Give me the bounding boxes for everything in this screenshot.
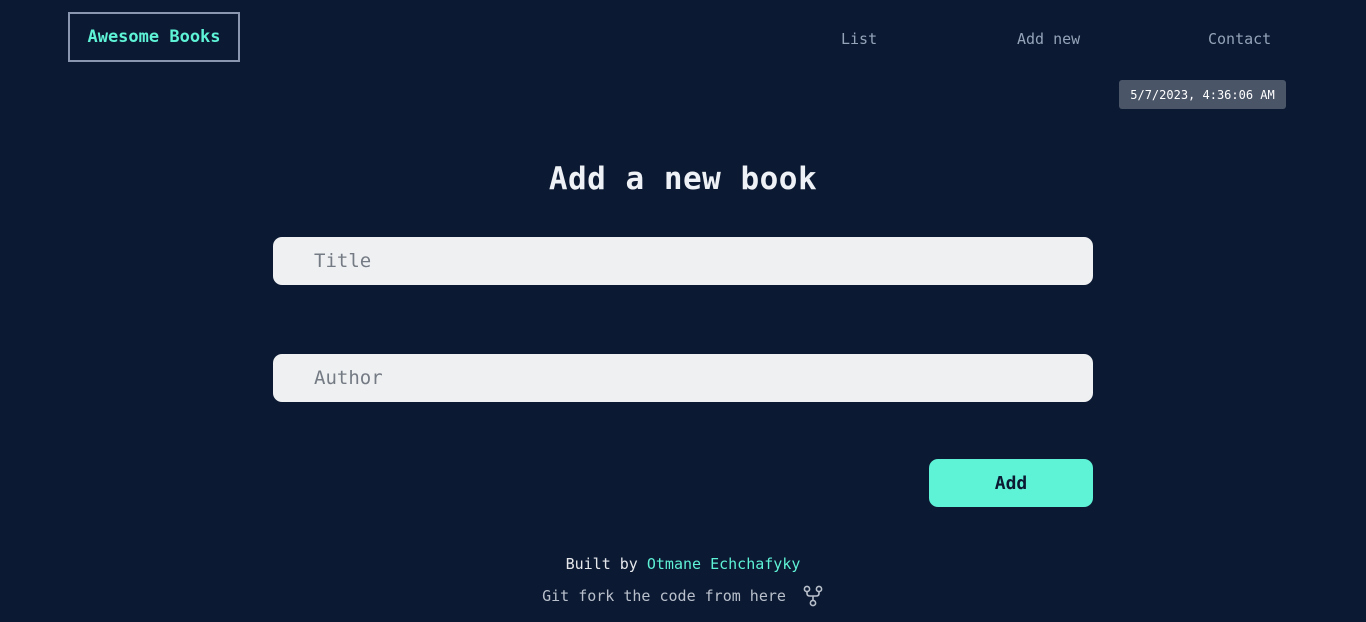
built-by-label: Built by xyxy=(565,555,638,573)
datetime-display: 5/7/2023, 4:36:06 AM xyxy=(1119,80,1286,109)
logo-link[interactable]: Awesome Books xyxy=(68,12,240,62)
nav-link-list[interactable]: List xyxy=(841,30,877,48)
nav-link-contact[interactable]: Contact xyxy=(1208,30,1271,48)
footer-credit: Built by Otmane Echchafyky xyxy=(0,555,1366,573)
footer-git: Git fork the code from here xyxy=(0,585,1366,607)
author-input[interactable] xyxy=(273,354,1093,402)
nav-link-add-new[interactable]: Add new xyxy=(1017,30,1080,48)
git-fork-text: Git fork the code from here xyxy=(542,587,786,605)
title-input[interactable] xyxy=(273,237,1093,285)
author-link[interactable]: Otmane Echchafyky xyxy=(647,555,801,573)
add-button[interactable]: Add xyxy=(929,459,1093,507)
page-title: Add a new book xyxy=(548,161,818,197)
git-fork-icon[interactable] xyxy=(802,585,824,607)
